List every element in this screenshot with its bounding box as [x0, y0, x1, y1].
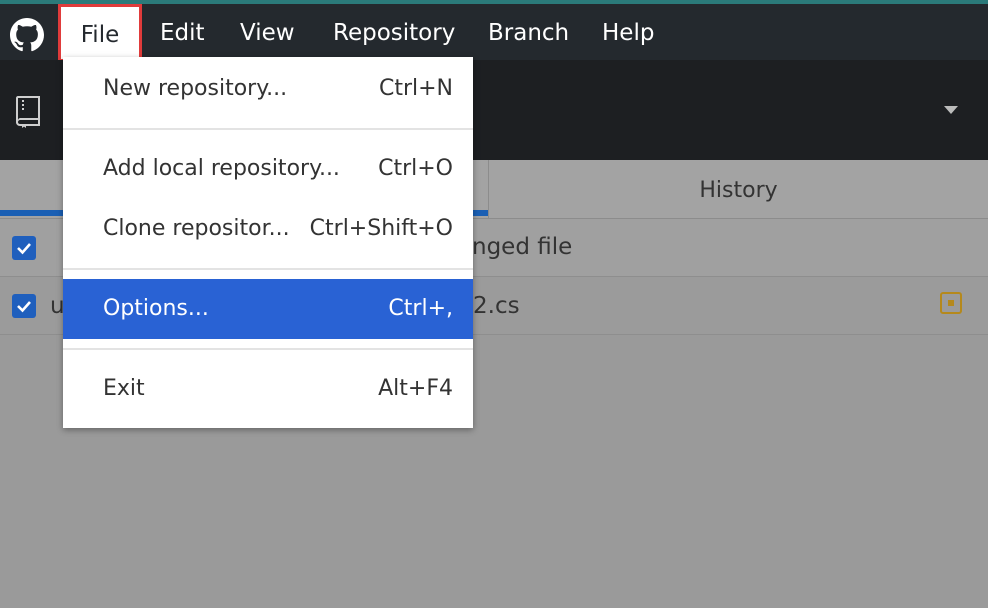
menu-separator — [63, 128, 473, 130]
menu-item-new-repository[interactable]: New repository... Ctrl+N — [63, 59, 473, 119]
menu-help[interactable]: Help — [602, 4, 654, 60]
menu-item-exit[interactable]: Exit Alt+F4 — [63, 359, 473, 419]
changed-files-summary: nged file — [472, 234, 573, 260]
menu-item-label: New repository... — [103, 76, 288, 101]
menu-item-label: Add local repository... — [103, 156, 340, 181]
menu-file-label: File — [80, 22, 120, 48]
menu-file[interactable]: File — [58, 4, 142, 62]
menu-repository[interactable]: Repository — [333, 4, 455, 60]
menu-item-shortcut: Ctrl+, — [388, 296, 453, 321]
menu-item-label: Clone repositor... — [103, 216, 290, 241]
menu-item-clone-repository[interactable]: Clone repositor... Ctrl+Shift+O — [63, 199, 473, 259]
menu-bar: File Edit View Repository Branch Help — [0, 4, 988, 62]
github-logo-icon — [10, 18, 44, 52]
file-menu-dropdown: New repository... Ctrl+N Add local repos… — [63, 57, 473, 428]
branch-dropdown-arrow-icon[interactable] — [944, 106, 958, 114]
check-icon — [17, 243, 31, 255]
menu-branch[interactable]: Branch — [488, 4, 569, 60]
menu-separator — [63, 268, 473, 270]
menu-edit[interactable]: Edit — [160, 4, 205, 60]
menu-view[interactable]: View — [240, 4, 295, 60]
modified-status-icon — [940, 292, 962, 314]
tab-history[interactable]: History — [489, 160, 988, 218]
menu-item-shortcut: Ctrl+N — [378, 76, 453, 101]
menu-separator — [63, 348, 473, 350]
repository-icon[interactable] — [14, 96, 42, 128]
file-name-suffix: 2.cs — [473, 293, 520, 319]
menu-item-options[interactable]: Options... Ctrl+, — [63, 279, 473, 339]
select-all-checkbox[interactable] — [12, 236, 36, 260]
menu-item-shortcut: Alt+F4 — [378, 376, 453, 401]
menu-item-shortcut: Ctrl+Shift+O — [309, 216, 453, 241]
menu-item-label: Exit — [103, 376, 145, 401]
menu-item-add-local-repository[interactable]: Add local repository... Ctrl+O — [63, 139, 473, 199]
file-checkbox[interactable] — [12, 294, 36, 318]
check-icon — [17, 301, 31, 313]
menu-item-shortcut: Ctrl+O — [378, 156, 453, 181]
menu-item-label: Options... — [103, 296, 209, 321]
